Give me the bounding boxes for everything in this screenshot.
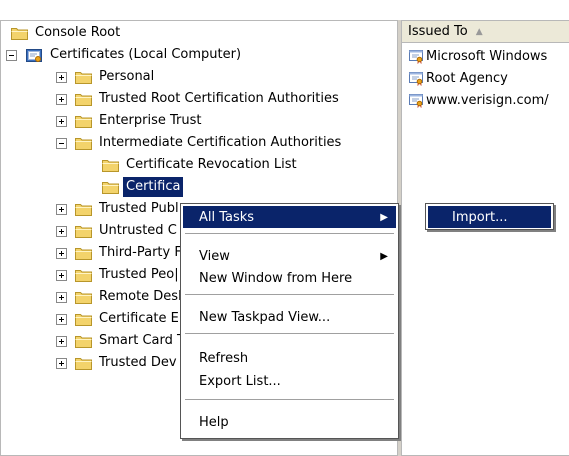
tree-node-trusted-devices[interactable]: Trusted Dev (56, 352, 180, 374)
collapse-toggle[interactable] (56, 137, 67, 149)
folder-icon (75, 247, 92, 260)
expand-toggle[interactable] (56, 93, 67, 105)
tree-node-label: Certificate E (99, 311, 179, 326)
expand-toggle[interactable] (56, 225, 67, 237)
menu-item-export-list[interactable]: Export List... (183, 370, 396, 392)
tree-node-label: Remote Desk (99, 289, 186, 304)
tree-node-crl[interactable]: Certificate Revocation List (102, 154, 300, 176)
menu-separator (185, 294, 394, 296)
tree-node-label: Trusted Root Certification Authorities (99, 91, 339, 106)
tree-node-intermediate-ca[interactable]: Intermediate Certification Authorities (56, 132, 344, 154)
list-item[interactable]: Root Agency (402, 68, 508, 88)
menu-item-new-taskpad[interactable]: New Taskpad View... (183, 306, 396, 328)
tree-node-console-root[interactable]: Console Root (11, 22, 123, 44)
menu-item-label: New Window from Here (199, 270, 353, 286)
tree-node-trusted-people[interactable]: Trusted Peo| (56, 264, 182, 286)
list-item-label: www.verisign.com/ (426, 92, 549, 108)
certificate-icon (408, 70, 424, 86)
expand-toggle[interactable] (56, 291, 67, 303)
certificate-icon (408, 92, 424, 108)
menu-item-label: New Taskpad View... (199, 309, 331, 325)
tree-node-label: Intermediate Certification Authorities (99, 135, 342, 150)
tree-node-label: Console Root (35, 25, 121, 40)
menu-item-view[interactable]: View ▶ (183, 245, 396, 267)
tree-node-enterprise-trust[interactable]: Enterprise Trust (56, 110, 205, 132)
tree-node-trusted-publishers[interactable]: Trusted Publ (56, 198, 182, 220)
menu-item-label: Help (199, 414, 229, 430)
menu-item-help[interactable]: Help (183, 411, 396, 433)
context-menu: All Tasks ▶ View ▶ New Window from Here … (180, 203, 399, 439)
tree-node-smart-card[interactable]: Smart Card T (56, 330, 188, 352)
menu-item-import[interactable]: Import... (428, 206, 551, 228)
list-item-label: Root Agency (426, 70, 508, 86)
tree-node-certificate-enrollment[interactable]: Certificate E (56, 308, 182, 330)
folder-icon (75, 225, 92, 238)
tree-node-certificates-local-computer[interactable]: Certificates (Local Computer) (6, 44, 244, 66)
submenu-arrow-icon: ▶ (380, 211, 388, 223)
menu-item-label: All Tasks (199, 209, 255, 225)
menu-item-new-window[interactable]: New Window from Here (183, 267, 396, 289)
tree-node-label: Certificate Revocation List (126, 157, 297, 172)
folder-icon (75, 203, 92, 216)
column-header-label: Issued To (408, 24, 468, 39)
tree-node-label: Trusted Dev (99, 355, 177, 370)
tree-node-certificates[interactable]: Certifica (102, 176, 184, 198)
folder-icon (75, 291, 92, 304)
folder-icon (102, 181, 119, 194)
expand-toggle[interactable] (56, 357, 67, 369)
expand-toggle[interactable] (56, 203, 67, 215)
menu-item-refresh[interactable]: Refresh (183, 347, 396, 369)
folder-icon (75, 313, 92, 326)
expand-toggle[interactable] (56, 71, 67, 83)
menu-item-all-tasks[interactable]: All Tasks ▶ (183, 206, 396, 228)
folder-icon (102, 159, 119, 172)
sort-ascending-icon: ▲ (475, 26, 483, 37)
tree-node-remote-desktop[interactable]: Remote Desk (56, 286, 189, 308)
menu-item-label: View (199, 248, 230, 264)
certificate-icon (408, 48, 424, 64)
tree-node-trusted-root[interactable]: Trusted Root Certification Authorities (56, 88, 342, 110)
folder-icon (75, 137, 92, 150)
menu-item-label: Export List... (199, 373, 281, 389)
tree-node-label: Trusted Publ (99, 201, 179, 216)
tree-node-label: Smart Card T (99, 333, 185, 348)
tree-node-label: Certificates (Local Computer) (50, 47, 242, 62)
collapse-toggle[interactable] (6, 49, 17, 61)
folder-icon (75, 71, 92, 84)
submenu-arrow-icon: ▶ (380, 250, 388, 262)
tree-node-personal[interactable]: Personal (56, 66, 157, 88)
expand-toggle[interactable] (56, 335, 67, 347)
folder-icon (75, 357, 92, 370)
expand-toggle[interactable] (56, 269, 67, 281)
menu-separator (185, 399, 394, 401)
details-list-pane[interactable]: Issued To ▲ Microsoft Windows Root Agenc… (401, 20, 569, 456)
tree-node-untrusted[interactable]: Untrusted C (56, 220, 180, 242)
list-item-label: Microsoft Windows (426, 48, 548, 64)
tree-node-third-party[interactable]: Third-Party F (56, 242, 185, 264)
column-header-issued-to[interactable]: Issued To ▲ (402, 21, 569, 43)
list-item[interactable]: www.verisign.com/ (402, 90, 549, 110)
folder-icon (75, 335, 92, 348)
menu-separator (185, 233, 394, 235)
tree-node-label: Untrusted C (99, 223, 177, 238)
tree-node-label: Certifica (123, 177, 184, 197)
folder-icon (75, 269, 92, 282)
menu-item-label: Import... (452, 209, 508, 225)
expand-toggle[interactable] (56, 247, 67, 259)
tree-node-label: Trusted Peo| (99, 267, 179, 282)
tree-node-label: Third-Party F (99, 245, 182, 260)
expand-toggle[interactable] (56, 313, 67, 325)
tree-node-label: Personal (99, 69, 155, 84)
menu-separator (185, 333, 394, 335)
menu-item-label: Refresh (199, 350, 249, 366)
expand-toggle[interactable] (56, 115, 67, 127)
folder-icon (11, 27, 28, 40)
list-item[interactable]: Microsoft Windows (402, 46, 547, 66)
certificate-store-icon (25, 46, 43, 64)
all-tasks-submenu: Import... (425, 203, 554, 230)
folder-icon (75, 93, 92, 106)
folder-icon (75, 115, 92, 128)
tree-node-label: Enterprise Trust (99, 113, 202, 128)
